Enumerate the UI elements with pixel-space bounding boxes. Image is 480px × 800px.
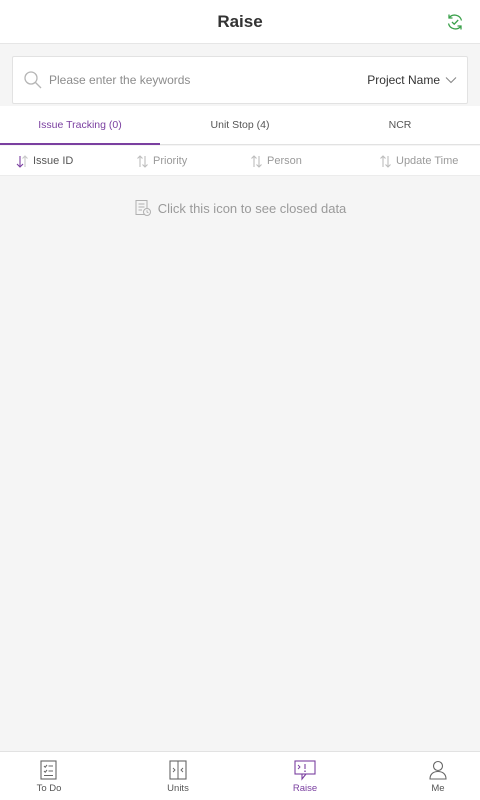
nav-label: Me — [431, 783, 445, 794]
closed-records-icon[interactable] — [134, 199, 152, 217]
sort-label: Priority — [153, 155, 188, 167]
tab-unit-stop[interactable]: Unit Stop (4) — [160, 106, 320, 144]
sort-person[interactable]: Person — [250, 146, 302, 176]
tab-issue-tracking[interactable]: Issue Tracking (0) — [0, 106, 160, 145]
tab-label: Unit Stop (4) — [210, 119, 270, 131]
closed-data-hint[interactable]: Click this icon to see closed data — [0, 196, 480, 220]
units-icon — [167, 759, 189, 781]
sort-label: Person — [267, 155, 302, 167]
top-bar: Raise — [0, 0, 480, 44]
sort-issue-id[interactable]: Issue ID — [16, 146, 73, 176]
bottom-nav: To Do Units Raise Me — [0, 751, 480, 800]
nav-raise[interactable]: Raise — [275, 752, 335, 800]
project-name-filter[interactable]: Project Name — [367, 73, 467, 87]
search-input[interactable] — [49, 73, 368, 87]
search-icon — [23, 70, 43, 90]
raise-icon — [293, 759, 317, 781]
sort-priority[interactable]: Priority — [136, 146, 187, 176]
tab-label: NCR — [388, 119, 412, 131]
search-box: Project Name — [12, 56, 468, 104]
page-title: Raise — [217, 11, 263, 31]
sort-bar: Issue ID Priority Person Update Time — [0, 146, 480, 176]
chevron-down-icon — [445, 76, 457, 84]
search-area: Project Name — [0, 44, 480, 114]
tab-bar: Issue Tracking (0) Unit Stop (4) NCR — [0, 106, 480, 145]
nav-units[interactable]: Units — [148, 752, 208, 800]
refresh-icon[interactable] — [444, 11, 466, 33]
person-icon — [427, 759, 449, 781]
nav-label: To Do — [36, 783, 62, 794]
sort-icon — [379, 154, 392, 168]
sort-icon — [250, 154, 263, 168]
sort-desc-icon — [16, 154, 29, 168]
tab-label: Issue Tracking (0) — [38, 119, 122, 131]
sort-label: Issue ID — [33, 155, 74, 167]
tab-ncr[interactable]: NCR — [320, 106, 480, 144]
nav-todo[interactable]: To Do — [19, 752, 79, 800]
nav-label: Units — [167, 783, 189, 794]
todo-icon — [38, 759, 60, 781]
sort-label: Update Time — [396, 155, 459, 167]
sort-icon — [136, 154, 149, 168]
nav-me[interactable]: Me — [408, 752, 468, 800]
project-filter-label: Project Name — [367, 73, 440, 87]
nav-label: Raise — [292, 783, 318, 794]
empty-state-text: Click this icon to see closed data — [157, 200, 347, 216]
sort-update-time[interactable]: Update Time — [379, 146, 458, 176]
